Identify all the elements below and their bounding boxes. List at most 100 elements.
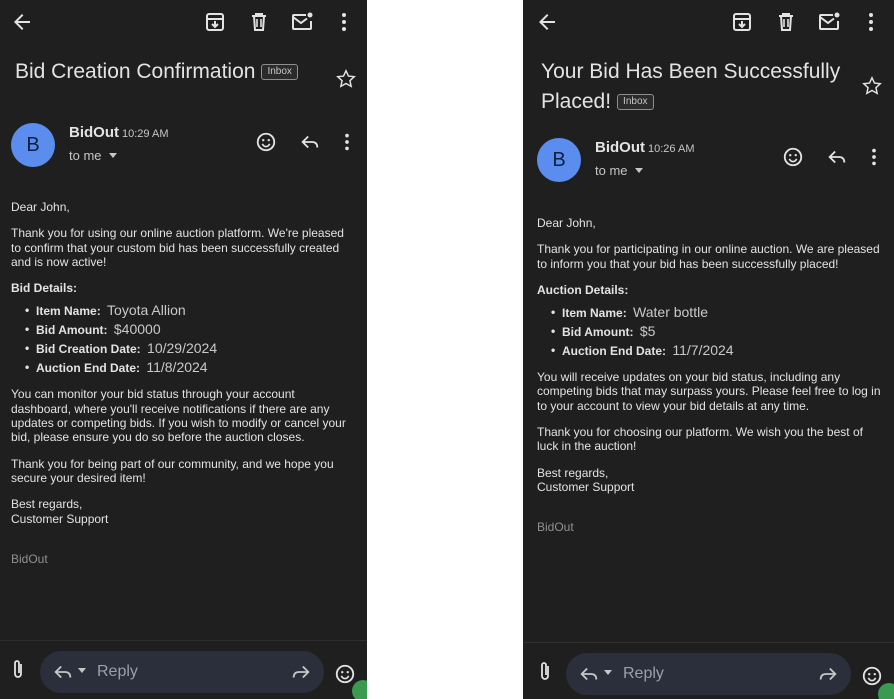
recipient-toggle[interactable]: to me [69,148,118,163]
detail-creation-date: Bid Creation Date: 10/29/2024 [25,339,357,358]
reply-icon[interactable] [299,131,321,153]
archive-icon[interactable] [203,10,227,34]
reply-options-dropdown[interactable] [604,670,612,675]
detail-value: Water bottle [633,304,708,321]
subject-text: Bid Creation Confirmation [15,60,256,83]
details-list: Item Name: Water bottle Bid Amount: $5 A… [537,303,882,360]
detail-item-name: Item Name: Toyota Allion [25,301,357,320]
reply-button[interactable]: Reply [40,651,324,693]
top-app-bar [0,0,367,46]
detail-item-name: Item Name: Water bottle [551,303,882,322]
status-paragraph: You will receive updates on your bid sta… [537,370,881,413]
intro-paragraph: Thank you for participating in our onlin… [537,242,880,271]
sender-name-text: BidOut [595,139,645,156]
email-subject: Bid Creation Confirmation Inbox [15,57,298,87]
detail-bid-amount: Bid Amount: $5 [551,322,882,341]
email-body: Dear John, Thank you for participating i… [537,216,882,535]
signoff: Best regards, [537,465,609,480]
chevron-down-icon [109,153,118,158]
details-list: Item Name: Toyota Allion Bid Amount: $40… [11,301,357,377]
emoji-icon[interactable] [782,146,804,168]
brand-footer: BidOut [11,551,48,566]
mail-unread-icon[interactable] [817,10,841,34]
trash-icon[interactable] [774,10,798,34]
sender-name-text: BidOut [69,124,119,141]
star-icon[interactable] [861,75,883,97]
more-vert-icon[interactable] [332,10,356,34]
thanks-paragraph: Thank you for choosing our platform. We … [537,425,863,454]
detail-value: $5 [639,323,656,340]
forward-icon[interactable] [817,663,839,685]
email-time: 10:26 AM [648,143,695,155]
arrow-back-icon[interactable] [535,10,559,34]
detail-label: Bid Amount: [562,325,634,340]
signoff-team: Customer Support [11,511,109,526]
email-screen-right: Your Bid Has Been Successfully Placed! In… [523,0,894,699]
detail-bid-amount: Bid Amount: $40000 [25,320,357,339]
mail-unread-icon[interactable] [290,10,314,34]
reply-label: Reply [97,663,138,680]
reply-options-dropdown[interactable] [78,668,86,673]
archive-icon[interactable] [730,10,754,34]
attach-icon[interactable] [535,661,555,683]
trash-icon[interactable] [247,10,271,34]
compose-fab[interactable] [878,683,894,699]
status-paragraph: You can monitor your bid status through … [11,387,346,445]
detail-label: Item Name: [36,304,101,319]
reply-icon [578,663,600,685]
email-subject: Your Bid Has Been Successfully Placed! In… [541,57,841,117]
detail-value: 10/29/2024 [147,340,218,357]
detail-label: Bid Creation Date: [36,342,141,357]
emoji-icon[interactable] [255,131,277,153]
signoff: Best regards, [11,497,83,512]
email-screen-left: Bid Creation Confirmation Inbox B BidOut 1… [0,0,367,699]
intro-paragraph: Thank you for using our online auction p… [11,226,344,269]
subject-line-2: Placed! [541,90,612,113]
emoji-icon[interactable] [861,665,883,687]
detail-label: Bid Amount: [36,323,108,338]
reply-label: Reply [623,665,664,682]
greeting: Dear John, [11,200,70,214]
signoff-team: Customer Support [537,479,635,494]
attach-icon[interactable] [8,659,28,681]
brand-footer: BidOut [537,520,574,535]
reply-button[interactable]: Reply [566,653,851,695]
reply-bar: Reply [523,642,894,698]
chevron-down-icon [635,168,644,173]
email-body: Dear John, Thank you for using our onlin… [11,200,357,566]
sender-name[interactable]: BidOut 10:26 AM [595,139,694,156]
detail-value: Toyota Allion [107,302,186,319]
detail-end-date: Auction End Date: 11/8/2024 [25,358,357,377]
recipient-text: to me [69,148,102,163]
detail-value: $40000 [113,321,161,338]
detail-label: Auction End Date: [36,361,140,376]
emoji-icon[interactable] [334,663,356,685]
forward-icon[interactable] [290,661,312,683]
reply-icon [52,661,74,683]
detail-end-date: Auction End Date: 11/7/2024 [551,341,882,360]
details-heading: Auction Details: [537,282,629,297]
top-app-bar [523,0,894,46]
sender-avatar[interactable]: B [537,138,581,182]
reply-icon[interactable] [826,146,848,168]
email-time: 10:29 AM [122,128,169,140]
inbox-label-chip[interactable]: Inbox [261,64,298,80]
detail-label: Auction End Date: [562,344,666,359]
recipient-toggle[interactable]: to me [595,163,644,178]
more-vert-icon[interactable] [863,146,885,168]
recipient-text: to me [595,163,628,178]
reply-bar: Reply [0,640,367,696]
detail-value: 11/7/2024 [672,342,734,359]
more-vert-icon[interactable] [336,131,358,153]
sender-avatar[interactable]: B [11,123,55,167]
inbox-label-chip[interactable]: Inbox [617,94,654,110]
more-vert-icon[interactable] [859,10,883,34]
subject-line-1: Your Bid Has Been Successfully [541,60,841,83]
compose-fab[interactable] [352,680,367,699]
sender-name[interactable]: BidOut 10:29 AM [69,124,168,141]
arrow-back-icon[interactable] [10,10,34,34]
thanks-paragraph: Thank you for being part of our communit… [11,456,334,485]
star-icon[interactable] [335,68,357,90]
details-heading: Bid Details: [11,281,78,296]
detail-label: Item Name: [562,306,627,321]
